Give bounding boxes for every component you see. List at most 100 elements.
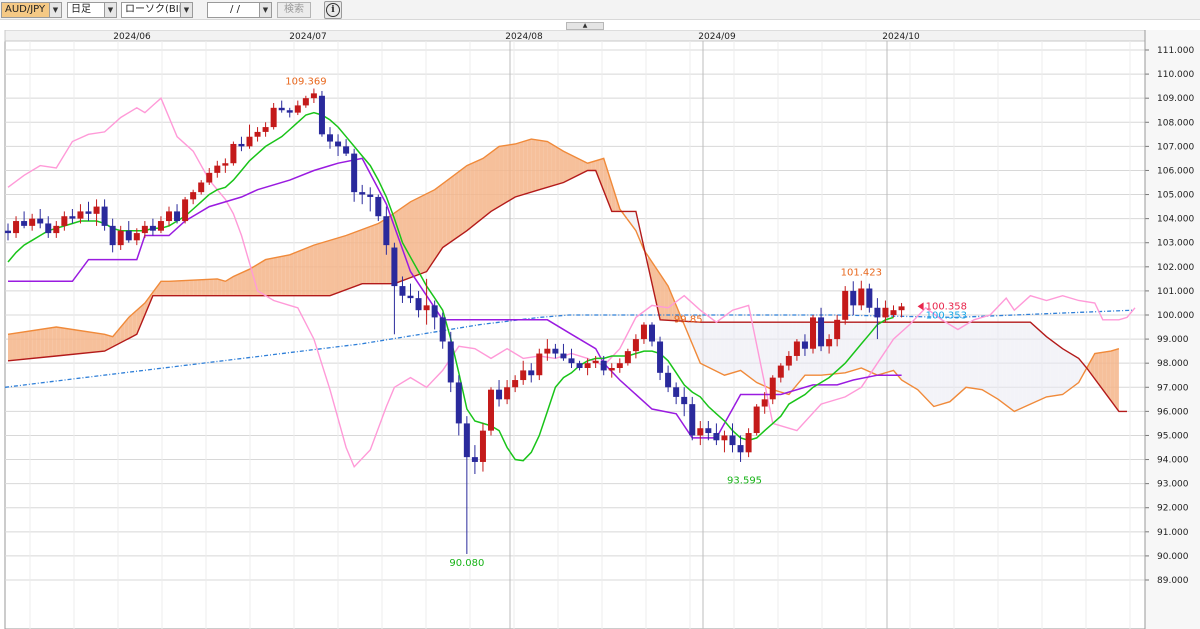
cloud-segment (499, 145, 504, 207)
x-tick-label: 2024/08 (505, 32, 543, 42)
candle-body (898, 306, 905, 311)
search-button[interactable]: 検索 (277, 2, 311, 18)
cloud-segment (961, 322, 966, 391)
cloud-segment (1106, 351, 1111, 401)
date-picker[interactable]: / / ▼ (207, 2, 272, 18)
symbol-select[interactable]: AUD/JPY ▼ (1, 2, 62, 18)
candle-body (109, 225, 116, 246)
cloud-segment (531, 139, 536, 193)
candle-body (769, 377, 776, 400)
cloud-segment (728, 322, 733, 375)
cloud-segment (209, 279, 214, 296)
candle-body (463, 423, 470, 458)
y-tick-label: 100.000 (1157, 311, 1194, 321)
cloud-segment (205, 279, 210, 296)
cloud-segment (567, 153, 572, 181)
cloud-segment (937, 322, 942, 406)
y-tick-label: 105.000 (1157, 191, 1194, 201)
candle-body (318, 95, 325, 135)
cloud-segment (535, 139, 540, 191)
info-icon: i (326, 3, 340, 17)
cloud-segment (1022, 322, 1027, 408)
candle-body (705, 428, 712, 434)
cloud-segment (325, 240, 330, 296)
candle-body (866, 288, 873, 308)
cloud-segment (1074, 355, 1079, 386)
cloud-segment (704, 322, 709, 368)
timeframe-select[interactable]: 日足 ▼ (67, 2, 117, 18)
candle-body (214, 165, 221, 173)
candle-body (810, 317, 816, 349)
cloud-segment (301, 248, 306, 296)
candle-body (890, 310, 897, 315)
candle (488, 387, 494, 436)
candle-body (117, 230, 124, 246)
candle-body (640, 324, 647, 340)
candle-body (882, 307, 889, 318)
info-button[interactable]: i (324, 1, 342, 19)
cloud-segment (543, 140, 548, 189)
candle-body (327, 134, 333, 142)
y-tick-label: 103.000 (1157, 239, 1194, 249)
cloud-segment (84, 331, 89, 354)
cloud-segment (446, 177, 451, 245)
candle-body (512, 380, 519, 388)
collapse-panel-button[interactable]: ▲ (566, 22, 604, 30)
cloud-segment (189, 280, 194, 296)
cloud-segment (8, 333, 13, 361)
candle-body (149, 225, 156, 231)
candle-body (584, 363, 591, 368)
cloud-segment (523, 140, 528, 195)
candle-body (479, 430, 486, 462)
candle-body (335, 141, 342, 147)
cloud-segment (422, 193, 427, 274)
cloud-segment (160, 281, 165, 296)
cloud-segment (507, 144, 512, 202)
cloud-segment (92, 332, 97, 353)
candle-body (254, 131, 261, 137)
candle-body (874, 307, 881, 318)
chart-type-select[interactable]: ローソク(BID) ▼ (121, 2, 193, 18)
candle (810, 315, 816, 354)
candle-body (5, 230, 11, 234)
cloud-segment (221, 280, 226, 296)
y-tick-label: 89.000 (1157, 576, 1189, 586)
cloud-segment (72, 329, 77, 355)
cloud-segment (237, 272, 242, 296)
cloud-segment (511, 143, 516, 200)
cloud-segment (52, 327, 57, 357)
cloud-segment (491, 149, 496, 212)
cloud-segment (100, 333, 105, 352)
price-annotation: 101.423 (841, 268, 882, 279)
candle-body (439, 317, 446, 342)
cloud-segment (313, 243, 318, 296)
candle-body (471, 457, 478, 462)
cloud-segment (217, 278, 222, 296)
cloud-segment (362, 227, 367, 284)
cloud-segment (764, 322, 769, 388)
candle-body (721, 435, 728, 441)
cloud-segment (293, 251, 298, 296)
candle-body (262, 127, 269, 132)
chart-toolbar: AUD/JPY ▼ 日足 ▼ ローソク(BID) ▼ / / ▼ 検索 i (0, 0, 1200, 20)
cloud-segment (724, 322, 729, 376)
cloud-segment (193, 279, 198, 296)
candle-body (608, 368, 615, 371)
chevron-down-icon: ▼ (259, 3, 271, 17)
cloud-segment (800, 322, 805, 381)
cloud-segment (466, 163, 471, 231)
candle-body (423, 305, 430, 311)
cloud-segment (474, 160, 479, 225)
cloud-segment (929, 322, 934, 407)
cloud-segment (32, 330, 37, 359)
y-tick-label: 107.000 (1157, 142, 1194, 152)
x-tick-label: 2024/06 (113, 32, 151, 42)
chevron-down-icon: ▼ (49, 3, 61, 17)
candle-body (729, 435, 736, 446)
cloud-segment (1050, 339, 1055, 397)
candle-body (302, 98, 309, 106)
candle-body (536, 353, 543, 376)
cloud-segment (1014, 322, 1019, 412)
candle-body (85, 211, 92, 214)
cloud-segment (40, 328, 45, 358)
